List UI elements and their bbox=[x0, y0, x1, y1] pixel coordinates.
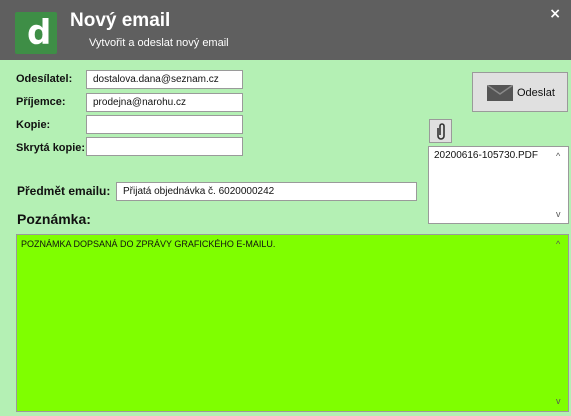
window-header: d Nový email Vytvořit a odeslat nový ema… bbox=[0, 0, 571, 60]
note-textarea[interactable]: POZNÁMKA DOPSANÁ DO ZPRÁVY GRAFICKÉHO E-… bbox=[16, 234, 569, 412]
recipient-field[interactable]: prodejna@narohu.cz bbox=[86, 93, 243, 112]
send-label: Odeslat bbox=[517, 87, 555, 99]
sender-field[interactable]: dostalova.dana@seznam.cz bbox=[86, 70, 243, 89]
subject-label: Předmět emailu: bbox=[17, 184, 111, 198]
app-logo: d bbox=[15, 12, 57, 54]
bcc-label: Skrytá kopie: bbox=[16, 142, 86, 154]
window-subtitle: Vytvořit a odeslat nový email bbox=[89, 37, 229, 49]
close-icon[interactable]: × bbox=[549, 6, 561, 22]
envelope-icon bbox=[487, 85, 513, 101]
attachment-list[interactable]: 20200616-105730.PDF ^ v bbox=[428, 146, 569, 224]
note-label: Poznámka: bbox=[17, 211, 91, 227]
paperclip-icon bbox=[437, 123, 445, 140]
scroll-down-icon[interactable]: v bbox=[556, 209, 561, 219]
attach-button[interactable] bbox=[429, 119, 452, 143]
cc-label: Kopie: bbox=[16, 119, 51, 131]
recipient-label: Příjemce: bbox=[16, 96, 66, 108]
note-scroll-down-icon[interactable]: v bbox=[556, 396, 561, 406]
cc-field[interactable] bbox=[86, 115, 243, 134]
logo-letter: d bbox=[27, 13, 52, 53]
window-title: Nový email bbox=[70, 10, 171, 31]
bcc-field[interactable] bbox=[86, 137, 243, 156]
note-scroll-up-icon[interactable]: ^ bbox=[556, 239, 560, 249]
attachment-file[interactable]: 20200616-105730.PDF bbox=[434, 150, 538, 161]
sender-label: Odesílatel: bbox=[16, 73, 73, 85]
send-button[interactable]: Odeslat bbox=[472, 72, 568, 112]
scroll-up-icon[interactable]: ^ bbox=[556, 151, 560, 161]
subject-field[interactable]: Přijatá objednávka č. 6020000242 bbox=[116, 182, 417, 201]
note-text: POZNÁMKA DOPSANÁ DO ZPRÁVY GRAFICKÉHO E-… bbox=[21, 239, 276, 249]
